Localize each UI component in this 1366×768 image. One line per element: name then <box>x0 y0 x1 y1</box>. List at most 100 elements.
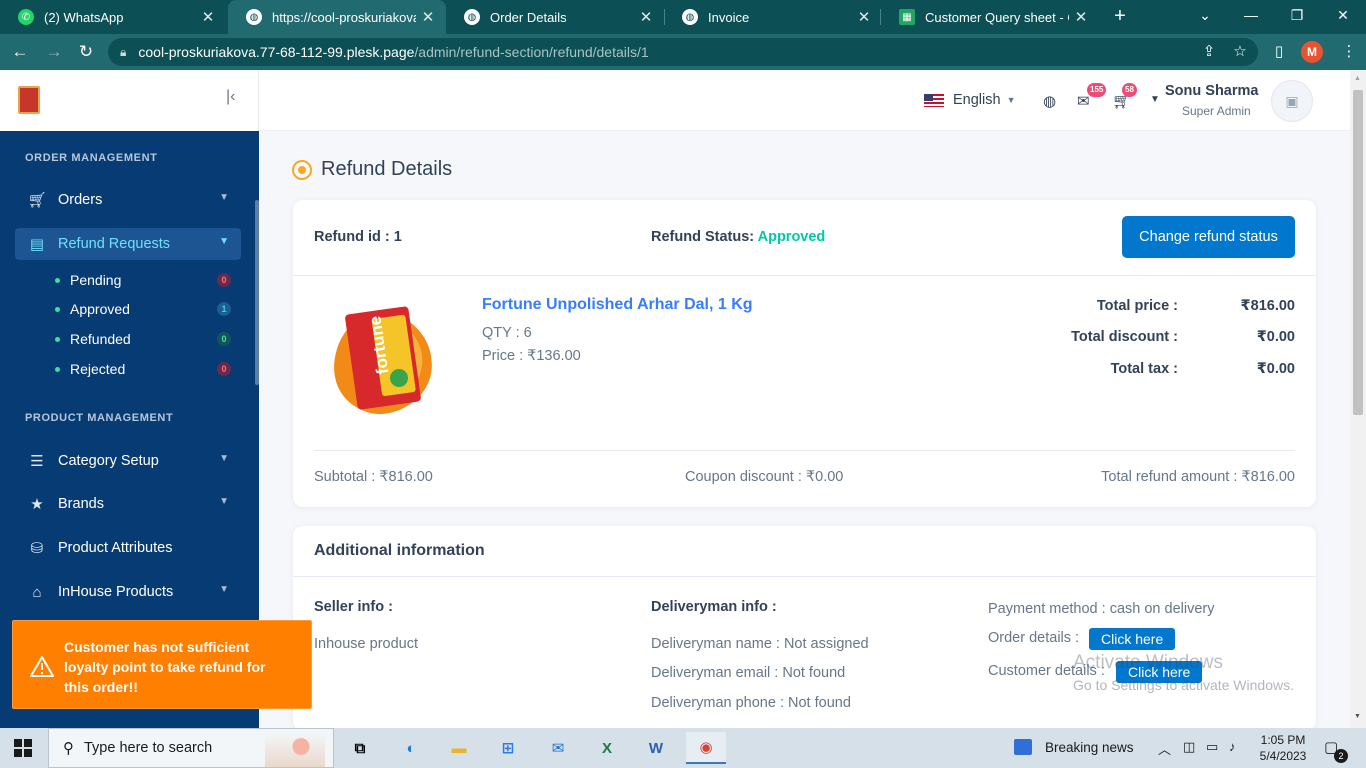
restore-button[interactable]: ❐ <box>1274 0 1320 30</box>
close-icon[interactable]: ✕ <box>416 8 440 26</box>
globe-icon[interactable]: ◍ <box>1043 92 1056 110</box>
tab-invoice[interactable]: ◍ Invoice ✕ <box>664 0 882 34</box>
refund-status-label: Refund Status: <box>651 229 755 245</box>
browser-tab-strip: ✆ (2) WhatsApp ✕ ◍ https://cool-proskuri… <box>0 0 1366 34</box>
tab-customer-query-sheet[interactable]: ▦ Customer Query sheet - Goo ✕ <box>881 0 1099 34</box>
news-label: Breaking news <box>1045 739 1134 755</box>
card-divider <box>314 450 1295 451</box>
profile-avatar[interactable]: M <box>1301 41 1323 63</box>
order-details-click-here-button[interactable]: Click here <box>1089 628 1176 650</box>
system-clock[interactable]: 1:05 PM 5/4/2023 <box>1258 732 1308 764</box>
card-divider <box>293 275 1316 276</box>
seller-info-title: Seller info : <box>314 599 393 615</box>
menu-kebab-icon[interactable]: ⋮ <box>1337 40 1361 64</box>
chevron-down-icon: ▼ <box>219 496 229 507</box>
warning-toast[interactable]: Customer has not sufficient loyalty poin… <box>12 620 312 709</box>
word-icon[interactable]: W <box>636 732 676 764</box>
coupon-discount: Coupon discount : ₹0.00 <box>685 469 844 485</box>
taskbar-search-input[interactable]: ⚲ Type here to search <box>48 728 334 768</box>
refund-summary-card: Refund id : 1 Refund Status: Approved Ch… <box>293 200 1316 507</box>
close-icon[interactable]: ✕ <box>852 8 876 26</box>
count-badge: 1 <box>217 302 231 316</box>
chrome-icon[interactable]: ◉ <box>686 732 726 764</box>
side-panel-icon[interactable]: ▯ <box>1267 40 1291 64</box>
deliveryman-name: Deliveryman name : Not assigned <box>651 636 869 652</box>
sidebar-item-product-attributes[interactable]: ⛁ Product Attributes <box>15 532 241 564</box>
collapse-sidebar-icon[interactable]: |‹ <box>226 88 235 106</box>
forward-arrow-icon[interactable]: → <box>42 40 66 64</box>
back-arrow-icon[interactable]: ← <box>8 40 32 64</box>
additional-information-title: Additional information <box>314 542 485 559</box>
language-selector[interactable]: English ▼ <box>924 92 1015 108</box>
language-label: English <box>953 92 1001 108</box>
new-tab-button[interactable]: + <box>1108 5 1132 29</box>
close-icon[interactable]: ✕ <box>634 8 658 26</box>
refund-icon <box>292 159 312 180</box>
user-avatar[interactable]: ▣ <box>1271 80 1313 122</box>
reload-icon[interactable]: ↻ <box>74 40 98 64</box>
news-widget[interactable]: Breaking news <box>1014 739 1134 755</box>
change-refund-status-button[interactable]: Change refund status <box>1122 216 1295 258</box>
scroll-down-arrow-icon[interactable]: ▼ <box>1354 713 1361 720</box>
sidebar-subitem-label: Approved <box>70 301 130 317</box>
minimize-button[interactable]: — <box>1228 0 1274 30</box>
whatsapp-icon: ✆ <box>18 9 34 25</box>
notifications-count-badge: 2 <box>1334 749 1348 763</box>
meet-now-icon[interactable]: ◫ <box>1183 739 1195 755</box>
tab-title: Customer Query sheet - Goo <box>925 9 1069 25</box>
chevron-up-icon[interactable]: ︿ <box>1158 739 1171 758</box>
mail-icon[interactable]: ✉ <box>538 732 578 764</box>
sidebar-item-category-setup[interactable]: ☰ Category Setup ▼ <box>15 445 241 477</box>
sidebar-subitem-rejected[interactable]: Rejected 0 <box>55 358 233 380</box>
chevron-down-icon: ▼ <box>1006 95 1016 105</box>
sidebar-scrollbar[interactable] <box>255 200 259 385</box>
sidebar-item-label: Category Setup <box>58 453 159 469</box>
total-refund-amount: Total refund amount : ₹816.00 <box>1101 469 1295 485</box>
brand-logo[interactable] <box>18 86 40 114</box>
search-icon: ⚲ <box>63 740 74 757</box>
lock-icon: 🔒︎ <box>120 44 127 59</box>
tab-search-chevron-icon[interactable]: ⌄ <box>1182 0 1228 30</box>
close-icon[interactable]: ✕ <box>196 8 220 26</box>
sidebar-item-refund-requests[interactable]: ▤ Refund Requests ▼ <box>15 228 241 260</box>
tab-refund-details[interactable]: ◍ https://cool-proskuriakova.77- ✕ <box>228 0 446 34</box>
search-placeholder: Type here to search <box>84 740 213 756</box>
total-price-label: Total price : <box>1096 298 1178 314</box>
sidebar-item-label: Product Attributes <box>58 540 173 556</box>
caret-down-icon[interactable]: ▼ <box>1150 94 1160 105</box>
page-scrollbar[interactable]: ▲ ▼ <box>1350 70 1366 728</box>
share-icon[interactable]: ⇪ <box>1197 40 1221 64</box>
windows-start-icon[interactable] <box>14 739 32 757</box>
close-icon[interactable]: ✕ <box>1069 8 1093 26</box>
scroll-up-arrow-icon[interactable]: ▲ <box>1354 75 1361 82</box>
sidebar-subitem-refunded[interactable]: Refunded 0 <box>55 328 233 350</box>
sidebar-item-brands[interactable]: ★ Brands ▼ <box>15 488 241 520</box>
activate-windows-watermark: Activate Windows <box>1073 652 1223 673</box>
address-bar[interactable]: 🔒︎ cool-proskuriakova.77-68-112-99.plesk… <box>108 38 1258 66</box>
sidebar-item-orders[interactable]: 🛒︎ Orders ▼ <box>15 184 241 216</box>
task-view-icon[interactable]: ⧉ <box>340 732 380 764</box>
browser-toolbar: ← → ↻ 🔒︎ cool-proskuriakova.77-68-112-99… <box>0 34 1366 70</box>
close-window-button[interactable]: ✕ <box>1320 0 1366 30</box>
bullet-dot <box>55 336 60 342</box>
envelope-icon[interactable]: ✉ <box>1077 92 1090 110</box>
chevron-down-icon: ▼ <box>219 584 229 595</box>
bookmark-star-icon[interactable]: ☆ <box>1228 40 1252 64</box>
file-explorer-icon[interactable]: ▬ <box>439 732 479 764</box>
product-name-link[interactable]: Fortune Unpolished Arhar Dal, 1 Kg <box>482 296 753 314</box>
refund-status: Refund Status: Approved <box>651 229 825 245</box>
sidebar-item-inhouse-products[interactable]: ⌂ InHouse Products ▼ <box>15 576 241 608</box>
user-name[interactable]: Sonu Sharma <box>1165 83 1258 99</box>
microsoft-store-icon[interactable]: ⊞ <box>488 732 528 764</box>
cart-icon: 🛒︎ <box>27 192 47 209</box>
tab-order-details[interactable]: ◍ Order Details ✕ <box>446 0 664 34</box>
sidebar-subitem-pending[interactable]: Pending 0 <box>55 269 233 291</box>
edge-icon[interactable]: ◐ <box>391 732 431 764</box>
tab-whatsapp[interactable]: ✆ (2) WhatsApp ✕ <box>0 0 226 34</box>
subtotal: Subtotal : ₹816.00 <box>314 469 433 485</box>
sidebar-subitem-approved[interactable]: Approved 1 <box>55 298 233 320</box>
scrollbar-thumb[interactable] <box>1353 90 1363 415</box>
network-icon[interactable]: ▭ <box>1206 739 1218 755</box>
excel-icon[interactable]: X <box>587 732 627 764</box>
volume-icon[interactable]: ♪ <box>1229 739 1236 754</box>
